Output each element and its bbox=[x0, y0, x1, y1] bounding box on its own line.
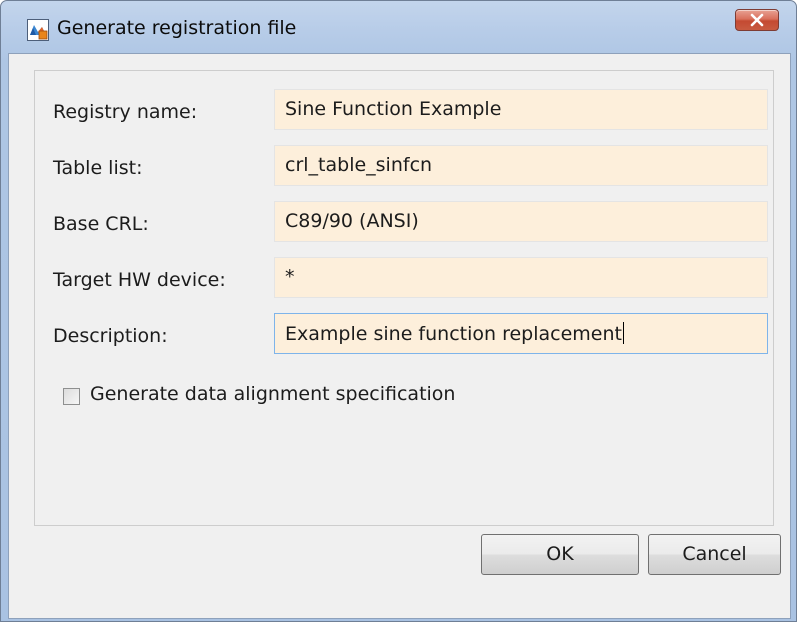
registry-name-value: Sine Function Example bbox=[285, 98, 502, 120]
registry-name-label: Registry name: bbox=[53, 101, 198, 123]
text-caret bbox=[622, 322, 624, 344]
ok-button[interactable]: OK bbox=[481, 534, 639, 575]
dialog-body: Registry name: Sine Function Example Tab… bbox=[8, 53, 791, 619]
cancel-button[interactable]: Cancel bbox=[648, 534, 781, 575]
table-list-field[interactable]: crl_table_sinfcn bbox=[274, 145, 768, 186]
app-icon bbox=[27, 19, 49, 41]
target-hw-device-label: Target HW device: bbox=[53, 269, 226, 291]
dialog-window: Generate registration file Registry name… bbox=[0, 0, 797, 622]
close-button[interactable] bbox=[735, 9, 779, 31]
table-list-value: crl_table_sinfcn bbox=[285, 154, 433, 176]
base-crl-label: Base CRL: bbox=[53, 213, 149, 235]
registry-name-field[interactable]: Sine Function Example bbox=[274, 89, 768, 130]
description-label: Description: bbox=[53, 325, 168, 347]
window-title: Generate registration file bbox=[57, 17, 297, 39]
data-alignment-checkbox[interactable] bbox=[63, 388, 80, 405]
close-icon bbox=[750, 13, 764, 27]
table-list-label: Table list: bbox=[53, 157, 143, 179]
form-panel: Registry name: Sine Function Example Tab… bbox=[34, 70, 774, 526]
base-crl-field[interactable]: C89/90 (ANSI) bbox=[274, 201, 768, 242]
base-crl-value: C89/90 (ANSI) bbox=[285, 210, 419, 232]
description-value: Example sine function replacement bbox=[285, 323, 622, 345]
target-hw-device-field[interactable]: * bbox=[274, 257, 768, 298]
title-bar[interactable]: Generate registration file bbox=[1, 1, 796, 53]
data-alignment-label[interactable]: Generate data alignment specification bbox=[90, 383, 455, 405]
description-field[interactable]: Example sine function replacement bbox=[274, 313, 768, 354]
description-value-wrap: Example sine function replacement bbox=[285, 322, 624, 345]
target-hw-device-value: * bbox=[285, 266, 295, 288]
